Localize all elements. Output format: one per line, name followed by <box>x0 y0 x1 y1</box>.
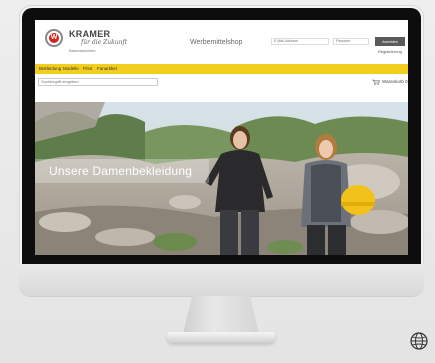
monitor-bezel: W KRAMER für die Zukunft Baumaschinen We… <box>22 8 421 264</box>
stage: W KRAMER für die Zukunft Baumaschinen We… <box>0 0 435 363</box>
main-nav: Bekleidung Modelle Print Fanartikel <box>35 64 408 74</box>
globe-icon[interactable] <box>409 331 429 351</box>
monitor-stand-base <box>167 332 275 343</box>
nav-item-bekleidung[interactable]: Bekleidung <box>39 66 61 71</box>
monitor-chin <box>19 264 424 296</box>
monitor: W KRAMER für die Zukunft Baumaschinen We… <box>19 5 424 296</box>
hero-caption[interactable]: Unsere Damenbekleidung <box>35 159 209 183</box>
nav-item-print[interactable]: Print <box>83 66 92 71</box>
cart-icon[interactable] <box>372 79 380 85</box>
logo-letter: W <box>49 33 59 43</box>
login-button[interactable]: Anmelden <box>375 37 405 46</box>
nav-item-modelle[interactable]: Modelle <box>63 66 79 71</box>
brand-logo[interactable]: W <box>45 29 63 47</box>
brand-name: KRAMER <box>69 29 111 39</box>
site-header: W KRAMER für die Zukunft Baumaschinen We… <box>35 20 408 64</box>
hero-caption-text: Unsere Damenbekleidung <box>49 164 193 178</box>
nav-item-fanartikel[interactable]: Fanartikel <box>97 66 117 71</box>
brand-subtitle: Baumaschinen <box>69 48 96 53</box>
hero-banner[interactable]: Unsere Damenbekleidung <box>35 102 408 255</box>
search-input[interactable] <box>38 78 158 86</box>
monitor-stand <box>183 296 259 334</box>
brand-tagline: für die Zukunft <box>81 39 128 46</box>
search-row: Warenkorb 0 <box>35 74 408 102</box>
email-field[interactable] <box>271 38 329 45</box>
password-field[interactable] <box>333 38 369 45</box>
register-link[interactable]: Registrierung <box>378 49 402 54</box>
shop-title: Werbemittelshop <box>190 39 243 46</box>
monitor-screen: W KRAMER für die Zukunft Baumaschinen We… <box>35 20 408 255</box>
cart-label[interactable]: Warenkorb 0 <box>382 79 408 84</box>
